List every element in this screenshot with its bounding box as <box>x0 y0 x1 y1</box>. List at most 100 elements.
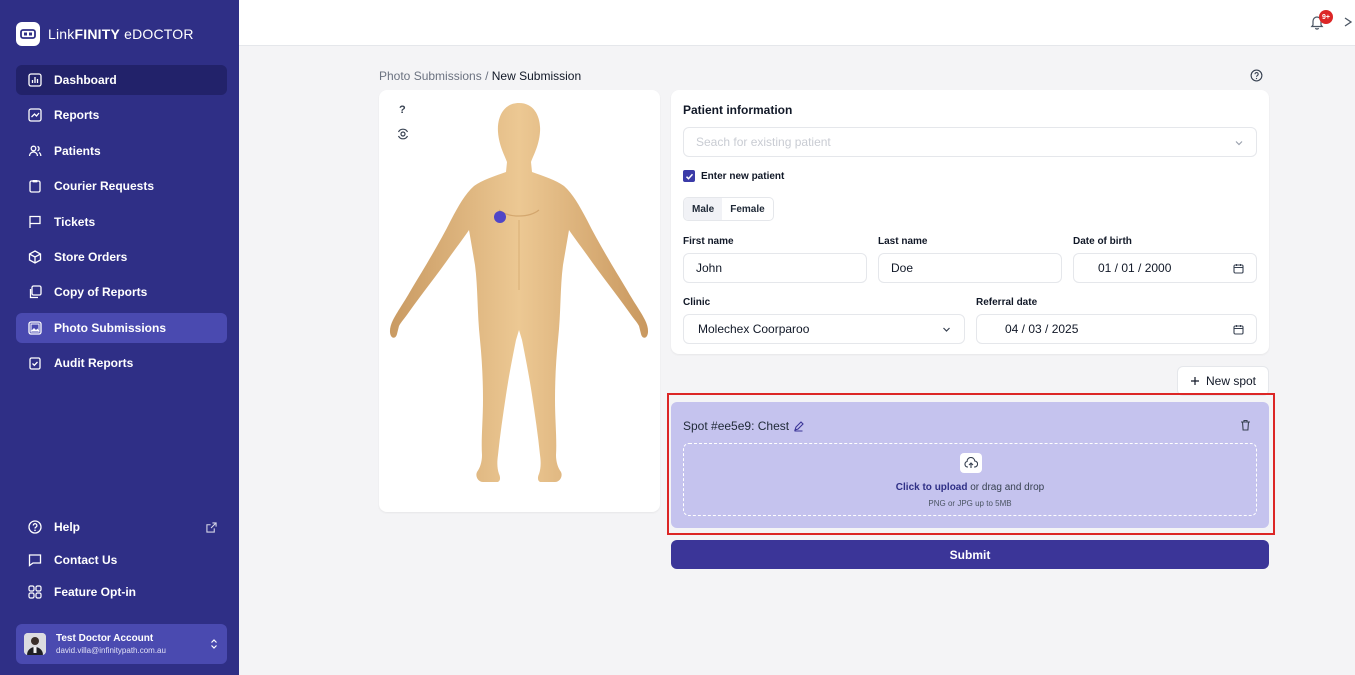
click-to-upload-link[interactable]: Click to upload <box>896 482 968 493</box>
submit-button[interactable]: Submit <box>671 540 1269 569</box>
sidebar-item-label: Help <box>54 520 81 534</box>
account-name: Test Doctor Account <box>56 633 154 644</box>
spot-card: Spot #ee5e9: Chest Click to upload or dr… <box>671 402 1269 528</box>
body-model-viewer[interactable]: ? <box>379 90 660 512</box>
dob-field[interactable]: 01 / 01 / 2000 <box>1073 253 1257 283</box>
help-circle-icon[interactable] <box>1250 69 1263 82</box>
account-email: david.villa@infinitypath.com.au <box>56 646 166 655</box>
external-link-icon <box>206 521 217 533</box>
patient-search-input[interactable] <box>696 135 1216 149</box>
sidebar-bottom-nav: Help Contact Us Feature Opt-in <box>16 512 227 610</box>
sidebar-item-courier-requests[interactable]: Courier Requests <box>16 171 227 201</box>
pencil-icon[interactable] <box>793 420 804 432</box>
flag-icon <box>29 215 41 228</box>
photo-icon <box>28 321 42 335</box>
sidebar-item-audit-reports[interactable]: Audit Reports <box>16 348 227 378</box>
patient-search-select[interactable] <box>683 127 1257 157</box>
audit-icon <box>29 357 41 370</box>
sidebar-item-label: Feature Opt-in <box>54 585 137 599</box>
chevron-down-icon <box>943 327 950 332</box>
first-name-field[interactable]: John <box>683 253 867 283</box>
upload-button[interactable] <box>960 453 982 473</box>
breadcrumb-parent[interactable]: Photo Submissions <box>379 69 482 83</box>
gender-toggle: Male Female <box>683 197 774 221</box>
upload-instructions-rest: or drag and drop <box>967 482 1045 493</box>
clinic-value: Molechex Coorparoo <box>698 322 810 336</box>
last-name-value: Doe <box>891 261 914 275</box>
sidebar-item-reports[interactable]: Reports <box>16 100 227 130</box>
clipboard-icon <box>29 180 41 193</box>
brand[interactable]: LinkFINITY eDOCTOR <box>16 22 194 46</box>
account-switcher[interactable]: Test Doctor Account david.villa@infinity… <box>16 624 227 664</box>
avatar <box>24 633 46 655</box>
dob-value: 01 / 01 / 2000 <box>1098 261 1172 275</box>
check-icon <box>685 173 693 180</box>
new-spot-button[interactable]: New spot <box>1177 366 1269 396</box>
spot-marker[interactable] <box>494 211 506 223</box>
brand-name: LinkFINITY eDOCTOR <box>48 26 194 42</box>
sidebar-item-dashboard[interactable]: Dashboard <box>16 65 227 95</box>
patient-info-title: Patient information <box>683 103 793 117</box>
report-icon <box>28 108 42 123</box>
plus-icon <box>1190 377 1199 385</box>
sidebar-item-patients[interactable]: Patients <box>16 136 227 166</box>
sidebar-item-label: Photo Submissions <box>54 320 167 335</box>
first-name-label: First name <box>683 236 734 247</box>
sidebar-item-tickets[interactable]: Tickets <box>16 207 227 237</box>
sidebar-item-label: Reports <box>54 108 100 123</box>
sidebar-item-label: Tickets <box>54 214 96 229</box>
chevron-up-down-icon <box>211 639 217 649</box>
sidebar-item-label: Audit Reports <box>54 356 134 371</box>
grid-icon <box>28 585 42 599</box>
referral-date-value: 04 / 03 / 2025 <box>1005 322 1079 336</box>
sidebar: LinkFINITY eDOCTOR Dashboard Reports Pat… <box>0 0 239 675</box>
patient-information-card: Patient information Enter new patient Ma… <box>671 90 1269 354</box>
sidebar-item-contact-us[interactable]: Contact Us <box>16 545 227 575</box>
sidebar-item-help[interactable]: Help <box>16 512 227 542</box>
cloud-upload-icon <box>964 457 978 468</box>
sidebar-item-label: Contact Us <box>54 552 118 567</box>
sidebar-item-label: Store Orders <box>54 249 128 264</box>
calendar-icon[interactable] <box>1233 263 1244 274</box>
new-patient-checkbox[interactable]: Enter new patient <box>683 170 784 182</box>
sidebar-item-label: Dashboard <box>54 73 117 87</box>
clinic-label: Clinic <box>683 297 711 308</box>
refresh-icon[interactable] <box>1342 15 1354 29</box>
spot-title: Spot #ee5e9: Chest <box>683 419 804 433</box>
upload-instructions: Click to upload or drag and drop <box>684 482 1256 493</box>
sidebar-nav: Dashboard Reports Patients Courier Reque… <box>16 65 227 384</box>
chart-icon <box>28 73 42 87</box>
help-icon <box>28 520 42 534</box>
new-spot-label: New spot <box>1205 374 1257 388</box>
human-body-model[interactable] <box>379 90 660 512</box>
sidebar-item-photo-submissions[interactable]: Photo Submissions <box>16 312 227 343</box>
clinic-select[interactable]: Molechex Coorparoo <box>683 314 965 344</box>
notification-badge: 9+ <box>1319 10 1333 24</box>
referral-date-field[interactable]: 04 / 03 / 2025 <box>976 314 1257 344</box>
upload-hint: PNG or JPG up to 5MB <box>928 499 1012 508</box>
last-name-field[interactable]: Doe <box>878 253 1062 283</box>
spot-title-text: Spot #ee5e9: Chest <box>683 419 790 433</box>
sidebar-item-feature-opt-in[interactable]: Feature Opt-in <box>16 577 227 607</box>
sidebar-item-label: Copy of Reports <box>54 285 148 300</box>
sidebar-item-label: Patients <box>54 143 101 158</box>
breadcrumb: Photo Submissions / New Submission <box>379 69 581 83</box>
upload-dropzone[interactable]: Click to upload or drag and drop PNG or … <box>683 443 1257 516</box>
account-info: Test Doctor Account david.villa@infinity… <box>56 633 166 655</box>
checkbox-checked[interactable] <box>683 170 695 182</box>
sidebar-item-store-orders[interactable]: Store Orders <box>16 242 227 272</box>
breadcrumb-separator: / <box>485 69 489 83</box>
chevron-down-icon <box>1235 141 1243 146</box>
trash-icon[interactable] <box>1240 419 1251 431</box>
chat-icon <box>28 553 42 567</box>
breadcrumb-current: New Submission <box>491 69 582 83</box>
last-name-label: Last name <box>878 236 928 247</box>
sidebar-item-copy-of-reports[interactable]: Copy of Reports <box>16 277 227 307</box>
calendar-icon[interactable] <box>1233 324 1244 335</box>
gender-female-button[interactable]: Female <box>722 198 772 220</box>
gender-male-button[interactable]: Male <box>684 198 723 220</box>
topbar: 9+ <box>239 0 1355 46</box>
patients-icon <box>28 145 42 156</box>
sidebar-item-label: Courier Requests <box>54 179 155 194</box>
referral-date-label: Referral date <box>976 297 1038 308</box>
